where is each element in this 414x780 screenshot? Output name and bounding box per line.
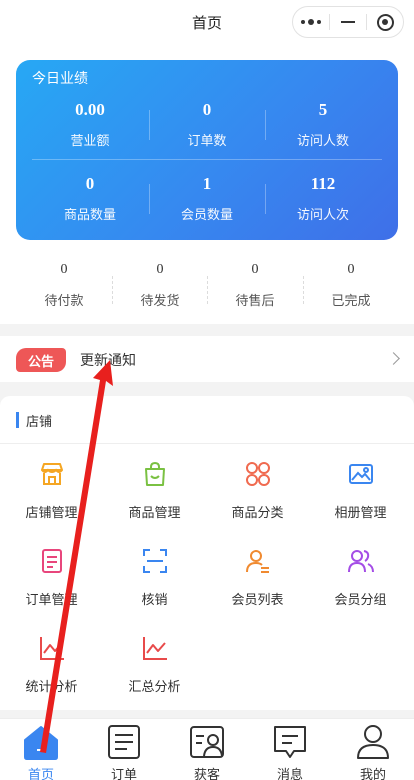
section-accent-bar: [16, 412, 19, 428]
order-management-item[interactable]: 订单管理: [0, 547, 103, 608]
tab-bar: 首页 订单 获客 消息 我的: [0, 718, 414, 780]
grid-label: 统计分析: [25, 680, 78, 695]
shopping-bag-icon: [144, 461, 165, 486]
order-status-completed[interactable]: 0 已完成: [303, 262, 399, 309]
shop-section: 店铺 店铺管理 商品管理 商品分类 相册管理 订单管理 核销 会员列表 会员分组…: [0, 396, 414, 710]
stat-label: 会员数量: [180, 208, 233, 223]
tab-customers[interactable]: 获客: [166, 719, 248, 780]
stat-label: 访问人次: [296, 208, 349, 223]
album-management-item[interactable]: 相册管理: [309, 460, 412, 521]
more-menu-button[interactable]: [293, 7, 329, 37]
notice-bar[interactable]: 公告 更新通知: [0, 336, 414, 382]
category-icon: [245, 462, 270, 486]
stat-label: 订单数: [187, 134, 227, 149]
chevron-right-icon: [387, 352, 400, 365]
order-label: 待发货: [140, 294, 180, 309]
mini-program-capsule: [292, 6, 404, 38]
tab-profile[interactable]: 我的: [332, 719, 414, 780]
profile-icon: [357, 725, 389, 759]
grid-label: 店铺管理: [25, 506, 78, 521]
member-group-icon: [347, 550, 374, 573]
customer-icon: [190, 726, 224, 758]
tab-messages[interactable]: 消息: [249, 719, 331, 780]
close-mini-program-button[interactable]: [367, 7, 403, 37]
summary-analysis-item[interactable]: 汇总分析: [103, 634, 206, 695]
tab-label: 首页: [27, 768, 54, 780]
store-management-item[interactable]: 店铺管理: [0, 460, 103, 521]
order-label: 待售后: [235, 294, 275, 309]
order-status-after-sale[interactable]: 0 待售后: [207, 262, 303, 309]
target-icon: [376, 13, 394, 31]
home-icon: [24, 726, 58, 760]
stat-value: 0: [202, 100, 212, 119]
dashboard-top: 今日业绩 0.00 营业额 0 订单数 5 访问人数 0 商品数量 1 会员数量…: [0, 44, 414, 324]
grid-label: 核销: [141, 593, 168, 608]
order-count: 0: [60, 262, 68, 277]
grid-label: 商品分类: [231, 506, 284, 521]
order-status-pending-shipment[interactable]: 0 待发货: [112, 262, 208, 309]
stat-revenue[interactable]: 0.00 营业额: [32, 100, 148, 149]
stat-label: 访问人数: [296, 134, 349, 149]
grid-label: 汇总分析: [128, 680, 181, 695]
order-count: 0: [251, 262, 259, 277]
order-label: 已完成: [331, 294, 371, 309]
grid-label: 会员列表: [231, 593, 284, 608]
grid-label: 相册管理: [334, 506, 387, 521]
nav-bar: 首页: [0, 0, 414, 44]
member-list-item[interactable]: 会员列表: [206, 547, 309, 608]
grid-label: 订单管理: [25, 593, 78, 608]
summary-chart-icon: [142, 637, 167, 660]
stat-value: 0.00: [75, 100, 105, 119]
product-management-item[interactable]: 商品管理: [103, 460, 206, 521]
order-count: 0: [156, 262, 164, 277]
album-icon: [348, 464, 373, 484]
message-icon: [274, 726, 306, 758]
stat-value: 112: [310, 174, 336, 193]
stat-label: 商品数量: [63, 208, 116, 223]
tab-label: 订单: [110, 768, 137, 780]
scan-icon: [142, 549, 167, 573]
tab-label: 我的: [359, 768, 386, 780]
grid-label: 会员分组: [334, 593, 387, 608]
order-label: 待付款: [44, 294, 84, 309]
section-title: 店铺: [26, 415, 53, 430]
stat-value: 0: [85, 174, 95, 193]
minimize-button[interactable]: [330, 7, 366, 37]
verification-item[interactable]: 核销: [103, 547, 206, 608]
stat-value: 5: [318, 100, 328, 119]
stat-label: 营业额: [70, 134, 110, 149]
card-title: 今日业绩: [32, 71, 88, 87]
notice-text[interactable]: 更新通知: [80, 350, 136, 370]
chart-icon: [39, 637, 64, 660]
order-status-row: 0 待付款 0 待发货 0 待售后 0 已完成: [16, 262, 398, 312]
more-dots-icon: [301, 19, 321, 25]
store-icon: [40, 463, 63, 485]
tab-label: 获客: [193, 768, 220, 780]
grid-label: 商品管理: [128, 506, 181, 521]
tab-orders[interactable]: 订单: [83, 719, 165, 780]
member-list-icon: [245, 550, 269, 573]
tab-label: 消息: [276, 768, 303, 780]
order-icon: [108, 725, 140, 759]
stat-value: 1: [202, 174, 212, 193]
order-status-pending-payment[interactable]: 0 待付款: [16, 262, 112, 309]
minus-icon: [341, 21, 355, 23]
statistics-analysis-item[interactable]: 统计分析: [0, 634, 103, 695]
member-group-item[interactable]: 会员分组: [309, 547, 412, 608]
tab-home[interactable]: 首页: [0, 719, 82, 780]
divider: [32, 159, 382, 160]
today-performance-card: 今日业绩 0.00 营业额 0 订单数 5 访问人数 0 商品数量 1 会员数量…: [16, 60, 398, 240]
stat-products[interactable]: 0 商品数量: [32, 174, 148, 223]
stat-visits[interactable]: 112 访问人次: [265, 174, 381, 223]
order-doc-icon: [41, 549, 62, 573]
order-count: 0: [347, 262, 355, 277]
notice-tag: 公告: [16, 348, 66, 372]
stat-visitors[interactable]: 5 访问人数: [265, 100, 381, 149]
stat-members[interactable]: 1 会员数量: [149, 174, 265, 223]
stat-orders[interactable]: 0 订单数: [149, 100, 265, 149]
product-category-item[interactable]: 商品分类: [206, 460, 309, 521]
section-header: 店铺: [0, 396, 414, 444]
